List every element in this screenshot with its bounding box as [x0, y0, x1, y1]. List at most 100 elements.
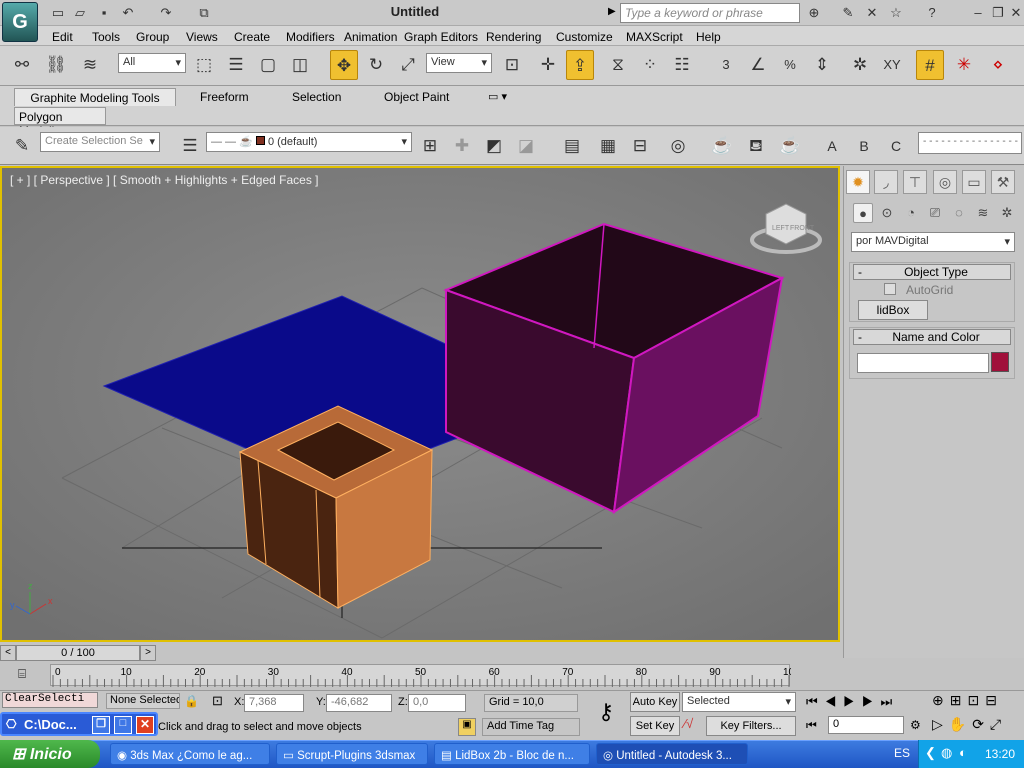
category-dropdown[interactable]: por MAVDigital ▾ [851, 232, 1015, 252]
named-selection-set-dropdown[interactable]: Create Selection Se ▾ [40, 132, 160, 152]
menu-customize[interactable]: Customize [556, 30, 613, 44]
select-object-icon[interactable]: ⬚ [190, 50, 218, 80]
window-maximize-icon[interactable]: □ [114, 716, 132, 734]
y-coord-field[interactable]: -46,682 [326, 694, 392, 712]
add-to-layer-icon[interactable]: ✚ [448, 131, 476, 161]
current-frame-field[interactable]: 0 [828, 716, 904, 734]
minimized-window-bar[interactable]: ⎔ C:\Doc... ❐ □ ✕ [0, 712, 158, 736]
shapes-icon[interactable]: ⊙ [877, 203, 897, 223]
mirror-icon[interactable]: ⧖ [604, 50, 632, 80]
layer-manager-icon[interactable]: ☷ [668, 50, 696, 80]
key-filters-button[interactable]: Key Filters... [706, 716, 796, 736]
lidbox-button[interactable]: lidBox [858, 300, 928, 320]
bind-spacewarp-icon[interactable]: ≋ [76, 50, 104, 80]
track-bar[interactable]: 0 10 20 30 40 50 60 70 80 90 100 [50, 664, 800, 687]
render-production-icon[interactable]: ☕ [776, 131, 804, 161]
ref-coord-dropdown[interactable]: View ▾ [426, 53, 492, 73]
help-icon[interactable]: ? [924, 5, 940, 21]
select-move-icon[interactable]: ✥ [330, 50, 358, 80]
z-coord-field[interactable]: 0,0 [408, 694, 466, 712]
binoculars-icon[interactable]: ⊕ [806, 5, 822, 21]
maxscript-listener[interactable]: ClearSelecti [2, 692, 98, 708]
render-preset-c-icon[interactable]: C [882, 131, 910, 161]
open-file-icon[interactable]: ▱ [72, 5, 88, 21]
curve-editor-open-icon[interactable]: ▦ [594, 131, 622, 161]
undo-icon[interactable]: ↶ [120, 5, 136, 21]
rect-selection-icon[interactable]: ▢ [254, 50, 282, 80]
playback-controls[interactable]: ⏮◀▶▶⏭ [806, 694, 899, 710]
lights-icon[interactable]: ◔ [901, 203, 921, 223]
rendered-frame-icon[interactable]: ⛾ [742, 131, 770, 161]
object-name-input[interactable] [857, 353, 989, 373]
systems-icon[interactable]: ✲ [997, 203, 1017, 223]
close-icon[interactable]: ✕ [1008, 5, 1024, 21]
angle-snap-icon[interactable]: ∠ [744, 50, 772, 80]
menu-rendering[interactable]: Rendering [486, 30, 541, 44]
mirror-xy-icon[interactable]: XY [878, 50, 906, 80]
object-color-swatch[interactable] [991, 352, 1009, 372]
viewport-nav-top[interactable]: ⊕⊞⊡⊟ [932, 692, 1003, 709]
object-type-header[interactable]: - Object Type [853, 264, 1011, 280]
communication-icon[interactable]: ✎ [840, 5, 856, 21]
tab-object-paint[interactable]: Object Paint [378, 88, 455, 106]
material-editor-icon[interactable]: ◎ [664, 131, 692, 161]
lock-selection-icon[interactable]: 🔒 [184, 694, 199, 708]
restore-icon[interactable]: ❐ [990, 5, 1006, 21]
task-notepad[interactable]: ▤ LidBox 2b - Bloc de n... [434, 743, 590, 765]
motion-tab-icon[interactable]: ◎ [933, 170, 957, 194]
layer-dropdown[interactable]: — — ☕ 0 (default) ▾ [206, 132, 412, 152]
display-tab-icon[interactable]: ▭ [962, 170, 986, 194]
time-slider-right-icon[interactable]: > [140, 645, 156, 661]
modify-tab-icon[interactable]: ◞ [874, 170, 898, 194]
tab-graphite-modeling-tools[interactable]: Graphite Modeling Tools [14, 88, 176, 106]
curve-editor-icon[interactable]: ✳ [950, 50, 978, 80]
project-folder-icon[interactable]: ⧉ [196, 5, 212, 21]
name-color-header[interactable]: - Name and Color [853, 329, 1011, 345]
absolute-mode-icon[interactable]: ⊡ [212, 693, 223, 709]
select-scale-icon[interactable]: ⤢ [394, 50, 422, 80]
search-arrow-icon[interactable]: ▶ [608, 6, 616, 17]
named-selection-icon[interactable]: ✲ [846, 50, 874, 80]
render-preset-b-icon[interactable]: B [850, 131, 878, 161]
pivot-center-icon[interactable]: ⊡ [498, 50, 526, 80]
start-button[interactable]: ⊞ Inicio [0, 740, 100, 768]
menu-views[interactable]: Views [186, 30, 218, 44]
scene-explorer-icon[interactable]: ▤ [558, 131, 586, 161]
add-time-tag-button[interactable]: Add Time Tag [482, 718, 580, 736]
perspective-viewport[interactable]: LEFT FRONT z y x [ + ] [ Perspective ] [… [0, 166, 840, 642]
render-preset-a-icon[interactable]: A [818, 131, 846, 161]
percent-snap-icon[interactable]: % [776, 50, 804, 80]
viewport-label-menu[interactable]: [ + ] [ Perspective ] [ Smooth + Highlig… [10, 173, 319, 187]
help-search-input[interactable]: Type a keyword or phrase [620, 3, 800, 23]
task-chrome[interactable]: ◉ 3ds Max ¿Como le ag... [110, 743, 270, 765]
menu-maxscript[interactable]: MAXScript [626, 30, 683, 44]
window-restore-icon[interactable]: ❐ [92, 716, 110, 734]
spacewarps-icon[interactable]: ≋ [973, 203, 993, 223]
time-config-icon[interactable]: ⚙ [910, 718, 921, 732]
edit-named-selection-icon[interactable]: ✎ [8, 131, 36, 161]
link-icon[interactable]: ⚯ [8, 50, 36, 80]
menu-group[interactable]: Group [136, 30, 169, 44]
select-by-name-icon[interactable]: ☰ [222, 50, 250, 80]
render-output-field[interactable]: - - - - - - - - - - - - - - - - [918, 132, 1022, 154]
window-crossing-icon[interactable]: ◫ [286, 50, 314, 80]
menu-help[interactable]: Help [696, 30, 721, 44]
tray-volume-icon[interactable]: ◐ [959, 745, 967, 760]
task-3dsmax[interactable]: ◎ Untitled - Autodesk 3... [596, 743, 748, 765]
set-key-icon[interactable]: ⚷ [586, 690, 626, 740]
minimize-icon[interactable]: – [970, 5, 986, 21]
select-rotate-icon[interactable]: ↻ [362, 50, 390, 80]
save-file-icon[interactable]: ▪ [96, 5, 112, 21]
set-current-layer-icon[interactable]: ◪ [512, 131, 540, 161]
cameras-icon[interactable]: ⎚ [925, 203, 945, 223]
align-icon[interactable]: ⁘ [636, 50, 664, 80]
snap-toggle-icon[interactable]: 3 [712, 50, 740, 80]
time-slider-left-icon[interactable]: < [0, 645, 16, 661]
key-mode-toggle-icon[interactable]: ⏮ [806, 718, 817, 733]
tab-selection[interactable]: Selection [286, 88, 347, 106]
key-tangent-icon[interactable]: ⁄√ [684, 716, 693, 731]
favorites-star-icon[interactable]: ☆ [888, 5, 904, 21]
select-manipulate-icon[interactable]: ✛ [534, 50, 562, 80]
ribbon-options-icon[interactable]: ▭ ▾ [488, 90, 507, 103]
tab-freeform[interactable]: Freeform [194, 88, 255, 106]
